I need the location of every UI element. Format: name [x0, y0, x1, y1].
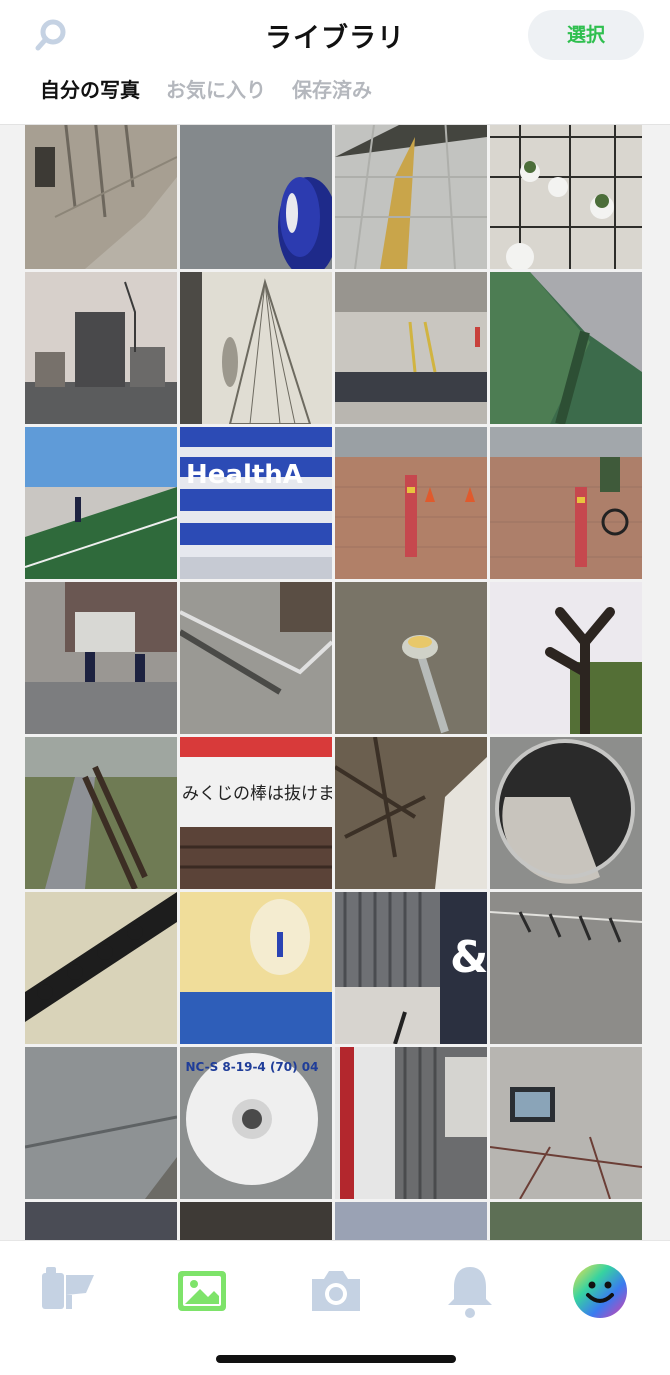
photo-thumbnail[interactable] — [335, 737, 487, 889]
photo-thumbnail[interactable] — [180, 1202, 332, 1240]
stairs-text: HealthA — [186, 460, 303, 490]
photo-thumbnail[interactable]: & — [335, 892, 487, 1044]
library-tabs: 自分の写真 お気に入り 保存済み — [40, 72, 372, 108]
photo-thumbnail[interactable] — [335, 1047, 487, 1199]
photo-thumbnail[interactable] — [490, 1202, 642, 1240]
photo-thumbnail[interactable] — [490, 737, 642, 889]
tab-my-photos[interactable]: 自分の写真 — [40, 72, 140, 108]
photo-thumbnail[interactable] — [25, 1202, 177, 1240]
photo-thumbnail[interactable] — [490, 582, 642, 734]
photo-thumbnail[interactable] — [335, 125, 487, 269]
photo-library-icon — [178, 1271, 226, 1311]
photo-thumbnail[interactable] — [25, 737, 177, 889]
photo-thumbnail[interactable] — [25, 272, 177, 424]
tab-favorites[interactable]: お気に入り — [166, 72, 266, 108]
marker-text: NC-S 8-19-4 (70) 04 — [185, 1060, 318, 1074]
photo-thumbnail[interactable] — [25, 427, 177, 579]
photo-thumbnail[interactable] — [335, 582, 487, 734]
photo-grid: HealthA みくじの棒は抜けま & NC-S 8-19-4 (70) 04 — [25, 125, 643, 1240]
photo-thumbnail[interactable] — [180, 125, 332, 269]
photo-thumbnail[interactable] — [180, 892, 332, 1044]
banner-text: みくじの棒は抜けま — [182, 784, 332, 804]
photo-thumbnail[interactable] — [490, 427, 642, 579]
photo-thumbnail[interactable] — [25, 582, 177, 734]
photo-thumbnail[interactable] — [25, 1047, 177, 1199]
photo-thumbnail[interactable] — [335, 272, 487, 424]
bell-icon — [448, 1267, 492, 1318]
photo-thumbnail[interactable] — [335, 1202, 487, 1240]
film-icon — [42, 1267, 94, 1309]
photo-thumbnail[interactable] — [335, 427, 487, 579]
photo-thumbnail[interactable] — [180, 582, 332, 734]
home-indicator[interactable] — [216, 1355, 456, 1363]
tab-camera[interactable] — [306, 1261, 366, 1321]
photo-thumbnail[interactable] — [180, 272, 332, 424]
tab-saved[interactable]: 保存済み — [292, 72, 372, 108]
photo-thumbnail[interactable] — [490, 272, 642, 424]
tab-feed[interactable] — [38, 1261, 98, 1321]
ampersand-text: & — [450, 932, 487, 983]
photo-thumbnail[interactable] — [25, 892, 177, 1044]
tab-library[interactable] — [172, 1261, 232, 1321]
photo-grid-scroll[interactable]: HealthA みくじの棒は抜けま & NC-S 8-19-4 (70) 04 — [0, 125, 670, 1240]
photo-thumbnail[interactable] — [490, 125, 642, 269]
tab-notifications[interactable] — [440, 1261, 500, 1321]
select-button[interactable]: 選択 — [528, 10, 644, 60]
photo-thumbnail[interactable] — [25, 125, 177, 269]
photo-thumbnail[interactable] — [490, 892, 642, 1044]
tab-profile[interactable] — [570, 1261, 630, 1321]
camera-icon — [312, 1271, 360, 1311]
photo-thumbnail[interactable]: みくじの棒は抜けま — [180, 737, 332, 889]
photo-thumbnail[interactable]: NC-S 8-19-4 (70) 04 — [180, 1047, 332, 1199]
app-header: ライブラリ 選択 — [0, 0, 670, 68]
photo-thumbnail[interactable] — [490, 1047, 642, 1199]
photo-thumbnail[interactable]: HealthA — [180, 427, 332, 579]
avatar-smiley-icon — [573, 1264, 627, 1318]
